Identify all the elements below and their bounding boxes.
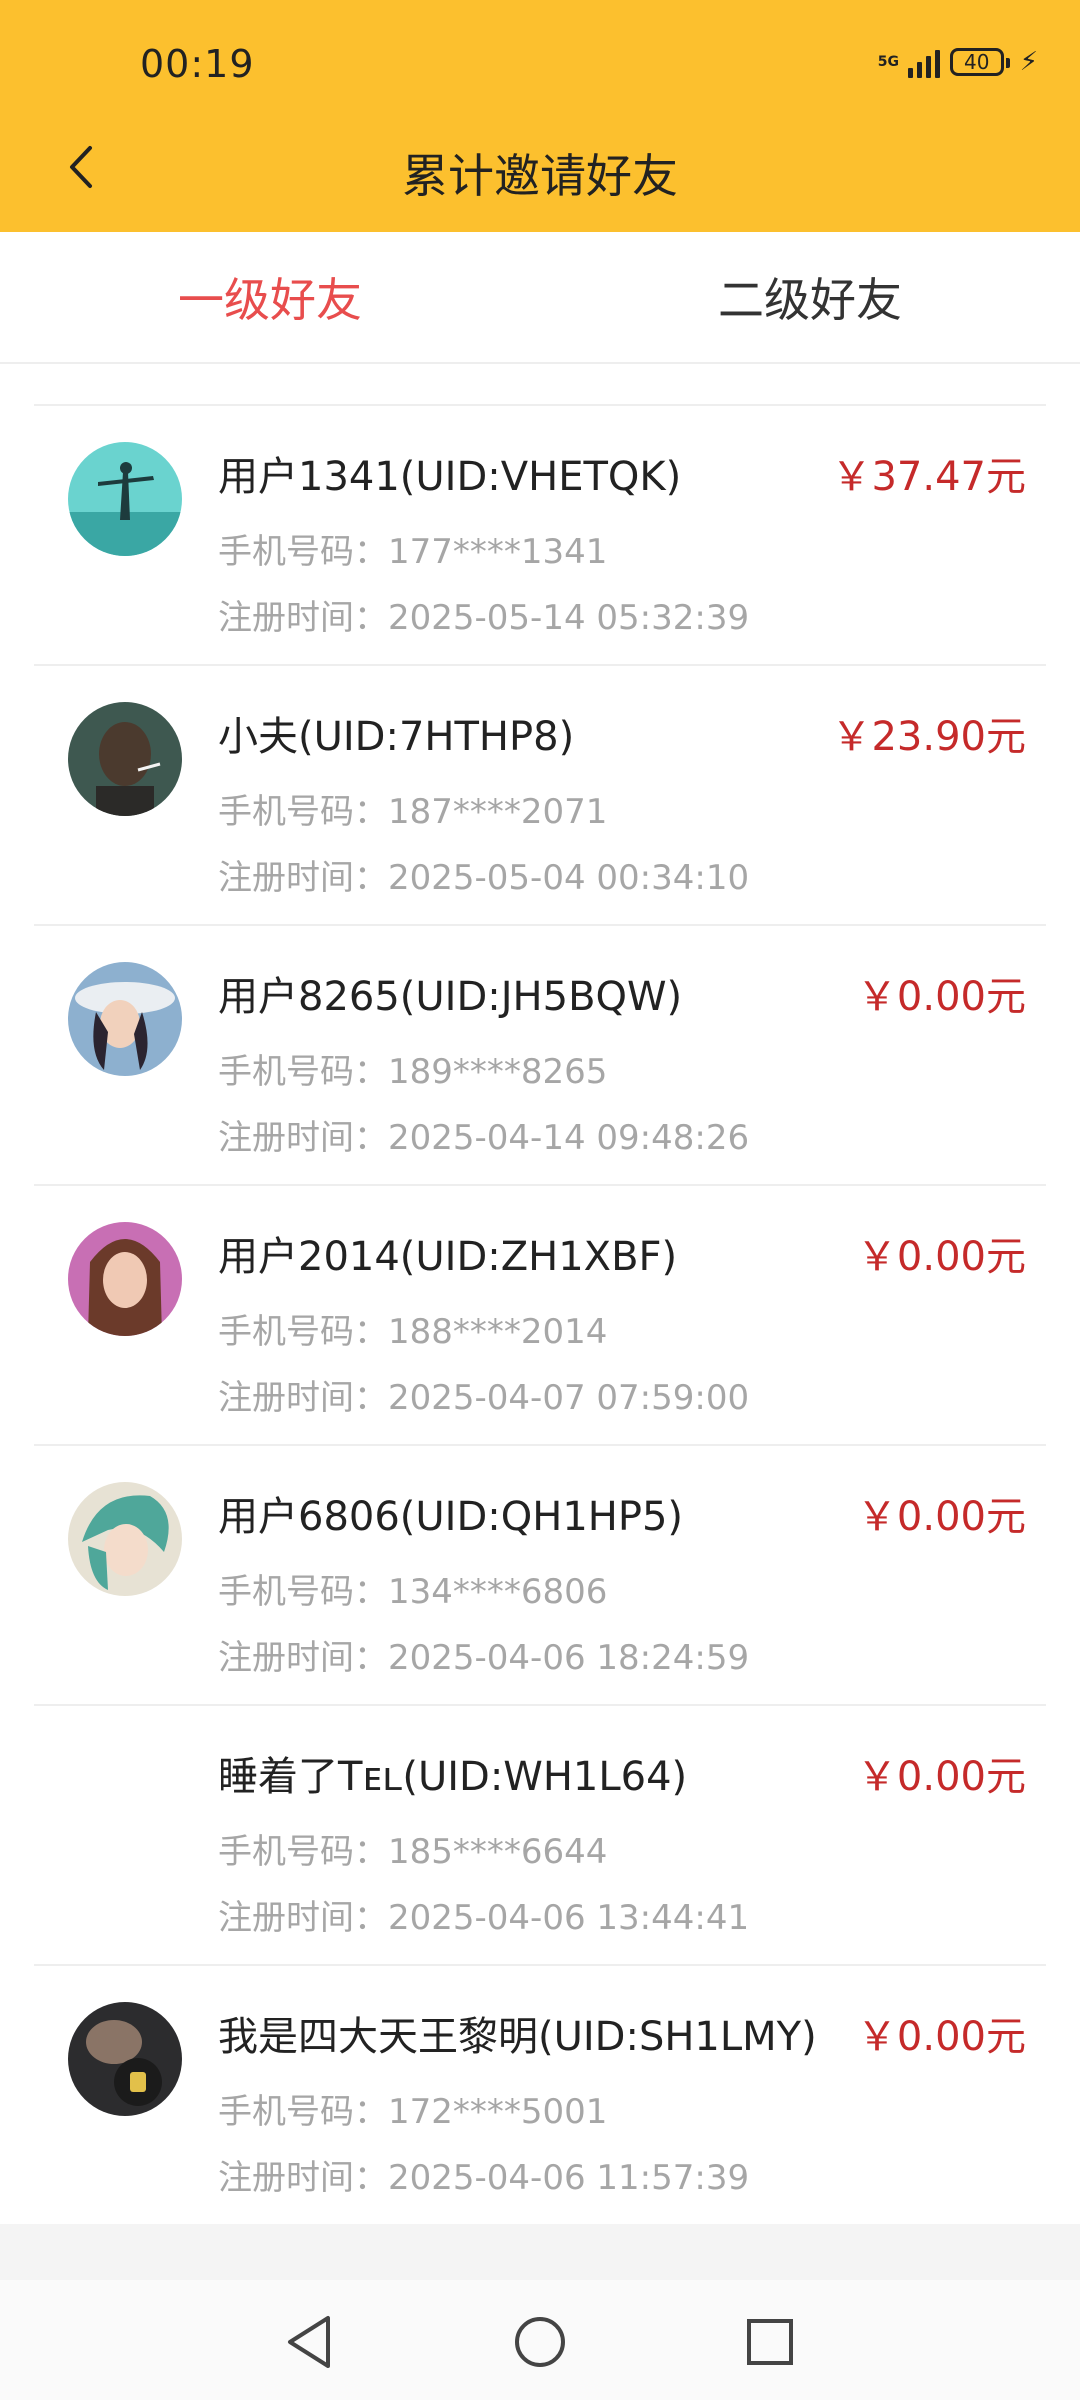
list-item[interactable]: 用户1341(UID:VHETQK) ￥37.47元 手机号码：177****1… bbox=[34, 404, 1046, 664]
avatar bbox=[68, 442, 182, 556]
battery-level: 40 bbox=[964, 50, 990, 74]
avatar bbox=[68, 702, 182, 816]
battery-icon: 40 bbox=[949, 48, 1010, 76]
tab-level-one[interactable]: 一级好友 bbox=[0, 264, 540, 330]
app-header: 00:19 5G 40 ⚡ 累计邀请好友 bbox=[0, 0, 1080, 232]
friend-phone: 手机号码：134****6806 bbox=[218, 1572, 608, 1612]
friend-phone: 手机号码：185****6644 bbox=[218, 1832, 608, 1872]
list-item[interactable]: 用户6806(UID:QH1HP5) ￥0.00元 手机号码：134****68… bbox=[34, 1444, 1046, 1704]
friend-amount: ￥0.00元 bbox=[856, 2014, 1026, 2060]
friend-phone: 手机号码：189****8265 bbox=[218, 1052, 608, 1092]
friend-name: 用户1341(UID:VHETQK) bbox=[218, 454, 682, 500]
system-nav-bar bbox=[0, 2280, 1080, 2400]
friend-name: 用户2014(UID:ZH1XBF) bbox=[218, 1234, 678, 1280]
friend-phone: 手机号码：172****5001 bbox=[218, 2092, 608, 2132]
signal-icon bbox=[907, 46, 940, 78]
friend-phone: 手机号码：188****2014 bbox=[218, 1312, 608, 1352]
friend-phone: 手机号码：177****1341 bbox=[218, 532, 608, 572]
friend-phone: 手机号码：187****2071 bbox=[218, 792, 608, 832]
friend-name: 小夫(UID:7HTHP8) bbox=[218, 714, 575, 760]
charging-icon: ⚡ bbox=[1019, 47, 1038, 77]
friend-amount: ￥0.00元 bbox=[856, 1494, 1026, 1540]
friend-reg-time: 注册时间：2025-04-06 18:24:59 bbox=[218, 1638, 750, 1678]
network-type: 5G bbox=[877, 53, 899, 70]
friend-reg-time: 注册时间：2025-04-06 13:44:41 bbox=[218, 1898, 750, 1938]
friend-reg-time: 注册时间：2025-04-06 11:57:39 bbox=[218, 2158, 750, 2198]
avatar bbox=[68, 962, 182, 1076]
nav-back-icon[interactable] bbox=[278, 2310, 342, 2374]
friend-name: 用户6806(UID:QH1HP5) bbox=[218, 1494, 684, 1540]
nav-recents-icon[interactable] bbox=[738, 2310, 802, 2374]
avatar bbox=[68, 1222, 182, 1336]
friend-list: 用户1341(UID:VHETQK) ￥37.47元 手机号码：177****1… bbox=[0, 364, 1080, 2224]
friend-name: 我是四大天王黎明(UID:SH1LMY) bbox=[218, 2014, 817, 2060]
avatar bbox=[68, 2002, 182, 2116]
friend-reg-time: 注册时间：2025-05-14 05:32:39 bbox=[218, 598, 750, 638]
friend-amount: ￥23.90元 bbox=[831, 714, 1026, 760]
friend-reg-time: 注册时间：2025-04-07 07:59:00 bbox=[218, 1378, 750, 1418]
list-item[interactable]: 小夫(UID:7HTHP8) ￥23.90元 手机号码：187****2071 … bbox=[34, 664, 1046, 924]
tab-level-two[interactable]: 二级好友 bbox=[540, 264, 1080, 330]
friend-reg-time: 注册时间：2025-04-14 09:48:26 bbox=[218, 1118, 750, 1158]
tab-bar: 一级好友 二级好友 bbox=[0, 232, 1080, 364]
list-item[interactable]: 用户8265(UID:JH5BQW) ￥0.00元 手机号码：189****82… bbox=[34, 924, 1046, 1184]
friend-amount: ￥0.00元 bbox=[856, 1754, 1026, 1800]
friend-reg-time: 注册时间：2025-05-04 00:34:10 bbox=[218, 858, 750, 898]
status-icons: 5G 40 ⚡ bbox=[878, 46, 1038, 78]
list-item[interactable]: 用户2014(UID:ZH1XBF) ￥0.00元 手机号码：188****20… bbox=[34, 1184, 1046, 1444]
friend-name: 用户8265(UID:JH5BQW) bbox=[218, 974, 683, 1020]
avatar bbox=[68, 1482, 182, 1596]
status-time: 00:19 bbox=[140, 42, 255, 86]
friend-name: 睡着了Tᴇʟ(UID:WH1L64) bbox=[218, 1754, 688, 1800]
nav-home-icon[interactable] bbox=[508, 2310, 572, 2374]
friend-amount: ￥0.00元 bbox=[856, 974, 1026, 1020]
list-item[interactable]: 我是四大天王黎明(UID:SH1LMY) ￥0.00元 手机号码：172****… bbox=[34, 1964, 1046, 2224]
list-item[interactable]: 睡着了Tᴇʟ(UID:WH1L64) ￥0.00元 手机号码：185****66… bbox=[34, 1704, 1046, 1964]
friend-amount: ￥37.47元 bbox=[831, 454, 1026, 500]
friend-amount: ￥0.00元 bbox=[856, 1234, 1026, 1280]
page-title: 累计邀请好友 bbox=[402, 149, 678, 203]
